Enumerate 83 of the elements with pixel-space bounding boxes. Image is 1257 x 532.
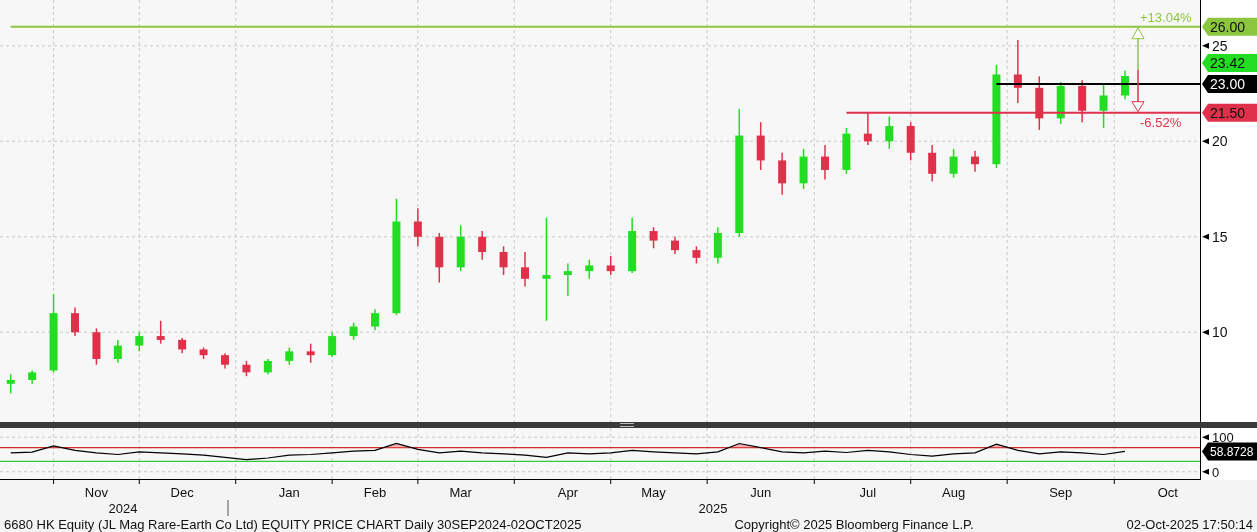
candlestick [92,327,101,366]
candlestick [371,308,379,332]
axis-tick-label: 15 [1212,228,1228,245]
price-tag: 23.00 [1202,75,1257,93]
candlestick [306,342,315,364]
month-label: May [641,485,666,500]
candlestick [563,262,572,297]
candlestick [821,144,829,181]
candlestick [285,346,294,366]
axis-tick-label: 20 [1212,133,1228,150]
candlestick [778,152,787,196]
candlestick [628,216,637,274]
month-label: Mar [449,485,472,500]
candlestick [221,352,229,370]
month-label: Apr [557,485,578,500]
candlestick [521,251,529,288]
candlestick [713,226,722,265]
year-label: 2024 [108,501,138,516]
candlestick [1056,81,1065,125]
timestamp: 02-Oct-2025 17:50:14 [1126,516,1253,532]
candlestick [842,127,851,175]
month-label: Jan [278,485,300,500]
month-label: Oct [1157,485,1178,500]
candlestick [199,346,208,360]
candlestick [328,331,337,358]
candlestick [863,111,872,146]
axis-tick-label: 25 [1212,37,1228,54]
value-tag: 58.8728 [1202,442,1257,461]
candlestick [135,331,144,353]
candlestick [71,306,79,337]
candlestick [435,232,444,284]
month-label: Feb [363,485,387,500]
candlestick [499,245,508,276]
percent-label: -6.52% [1140,114,1182,130]
candlestick [949,148,958,179]
candlestick [28,369,37,385]
candlestick [885,115,894,150]
month-label: Sep [1049,485,1073,500]
ref-line-label: 26.00 [1210,18,1246,35]
candlestick [263,358,272,375]
candlestick [1013,39,1022,104]
month-label: Aug [942,485,966,500]
candlestick [242,360,251,377]
candlestick [349,321,358,341]
chart-title: 6680 HK Equity (JL Mag Rare-Earth Co Ltd) EQUITY PRICE CHART Daily 30SEP2024-02OCT2025 [4,516,582,532]
candlestick [478,230,487,261]
tick-mark [1202,468,1209,475]
candlestick [756,121,765,171]
month-label: Jun [750,485,772,500]
tick-mark [1202,233,1209,240]
candlestick [1099,83,1108,129]
candlestick [178,337,187,354]
price-tag: 23.42 [1202,54,1257,72]
year-label: 2025 [698,501,728,516]
tick-mark [1202,329,1209,336]
ref-line-label: 21.50 [1210,104,1246,121]
candlestick [1035,75,1044,131]
candlestick [692,245,701,265]
candlestick [413,207,422,248]
candlestick [671,236,679,255]
candlestick [113,339,122,364]
candlestick [649,226,658,249]
percent-label: +13.04% [1140,9,1192,25]
candlestick [606,255,615,276]
candlestick [928,144,937,183]
candlestick [456,224,465,272]
candlestick [906,121,915,162]
grip-icon[interactable] [620,423,634,427]
candlestick [1078,79,1087,123]
axis-tick-label: 10 [1212,324,1228,341]
candlestick [971,150,979,173]
copyright-text: Copyright© 2025 Bloomberg Finance L.P. [734,516,974,532]
month-label: Jul [859,485,877,500]
month-label: Nov [84,485,108,500]
month-label: Dec [170,485,194,500]
tick-mark [1202,42,1209,49]
candlestick [799,148,808,190]
candlestick [156,320,165,345]
ref-line-label: 23.00 [1210,76,1246,93]
axis-tick-label: 0 [1212,464,1220,480]
candlestick [1121,69,1129,101]
candlestick [6,373,15,395]
candlestick [585,258,594,280]
